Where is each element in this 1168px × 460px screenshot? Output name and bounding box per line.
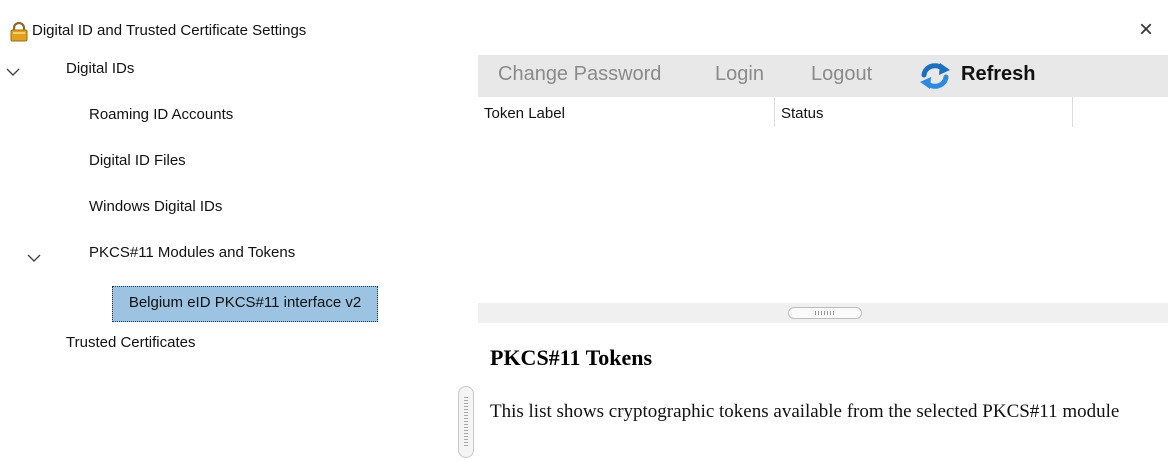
toolbar: Change Password Login Logout Refresh <box>478 55 1168 97</box>
change-password-button[interactable]: Change Password <box>498 63 661 86</box>
column-header-status[interactable]: Status <box>781 105 824 122</box>
token-list[interactable]: Token Label Status <box>478 97 1168 303</box>
tree-item-trusted-certificates[interactable]: Trusted Certificates <box>66 334 196 351</box>
logout-button[interactable]: Logout <box>811 63 872 86</box>
tree-item-digital-ids[interactable]: Digital IDs <box>66 60 134 77</box>
horizontal-splitter[interactable] <box>788 307 862 319</box>
tree-item-windows-digital-ids[interactable]: Windows Digital IDs <box>89 198 222 215</box>
settings-tree: Digital IDs Roaming ID Accounts Digital … <box>0 58 455 460</box>
column-header-token-label[interactable]: Token Label <box>484 105 565 122</box>
vertical-splitter[interactable] <box>458 386 474 458</box>
info-description: This list shows cryptographic tokens ava… <box>490 401 1120 422</box>
refresh-button[interactable]: Refresh <box>918 61 1035 96</box>
column-divider[interactable] <box>1072 97 1073 127</box>
tree-item-digital-id-files[interactable]: Digital ID Files <box>89 152 186 169</box>
lock-icon <box>10 22 28 42</box>
chevron-down-icon[interactable] <box>4 66 22 78</box>
grip-icon <box>464 397 468 447</box>
refresh-label: Refresh <box>961 63 1036 85</box>
tree-item-label: Belgium eID PKCS#11 interface v2 <box>128 294 362 311</box>
grip-icon <box>815 311 835 315</box>
tree-item-pkcs11-modules[interactable]: PKCS#11 Modules and Tokens <box>89 244 295 261</box>
refresh-icon <box>920 63 950 89</box>
close-button[interactable]: × <box>1134 18 1158 42</box>
window-title: Digital ID and Trusted Certificate Setti… <box>32 22 307 39</box>
chevron-down-icon[interactable] <box>25 252 43 264</box>
title-bar: Digital ID and Trusted Certificate Setti… <box>0 0 1168 62</box>
close-icon: × <box>1138 16 1153 43</box>
horizontal-splitter-bar <box>478 303 1168 323</box>
info-title: PKCS#11 Tokens <box>490 345 653 370</box>
column-divider[interactable] <box>774 97 775 127</box>
tree-item-roaming-id-accounts[interactable]: Roaming ID Accounts <box>89 106 233 123</box>
login-button[interactable]: Login <box>715 63 764 86</box>
tree-item-belgium-eid-module[interactable]: Belgium eID PKCS#11 interface v2 <box>112 286 378 322</box>
